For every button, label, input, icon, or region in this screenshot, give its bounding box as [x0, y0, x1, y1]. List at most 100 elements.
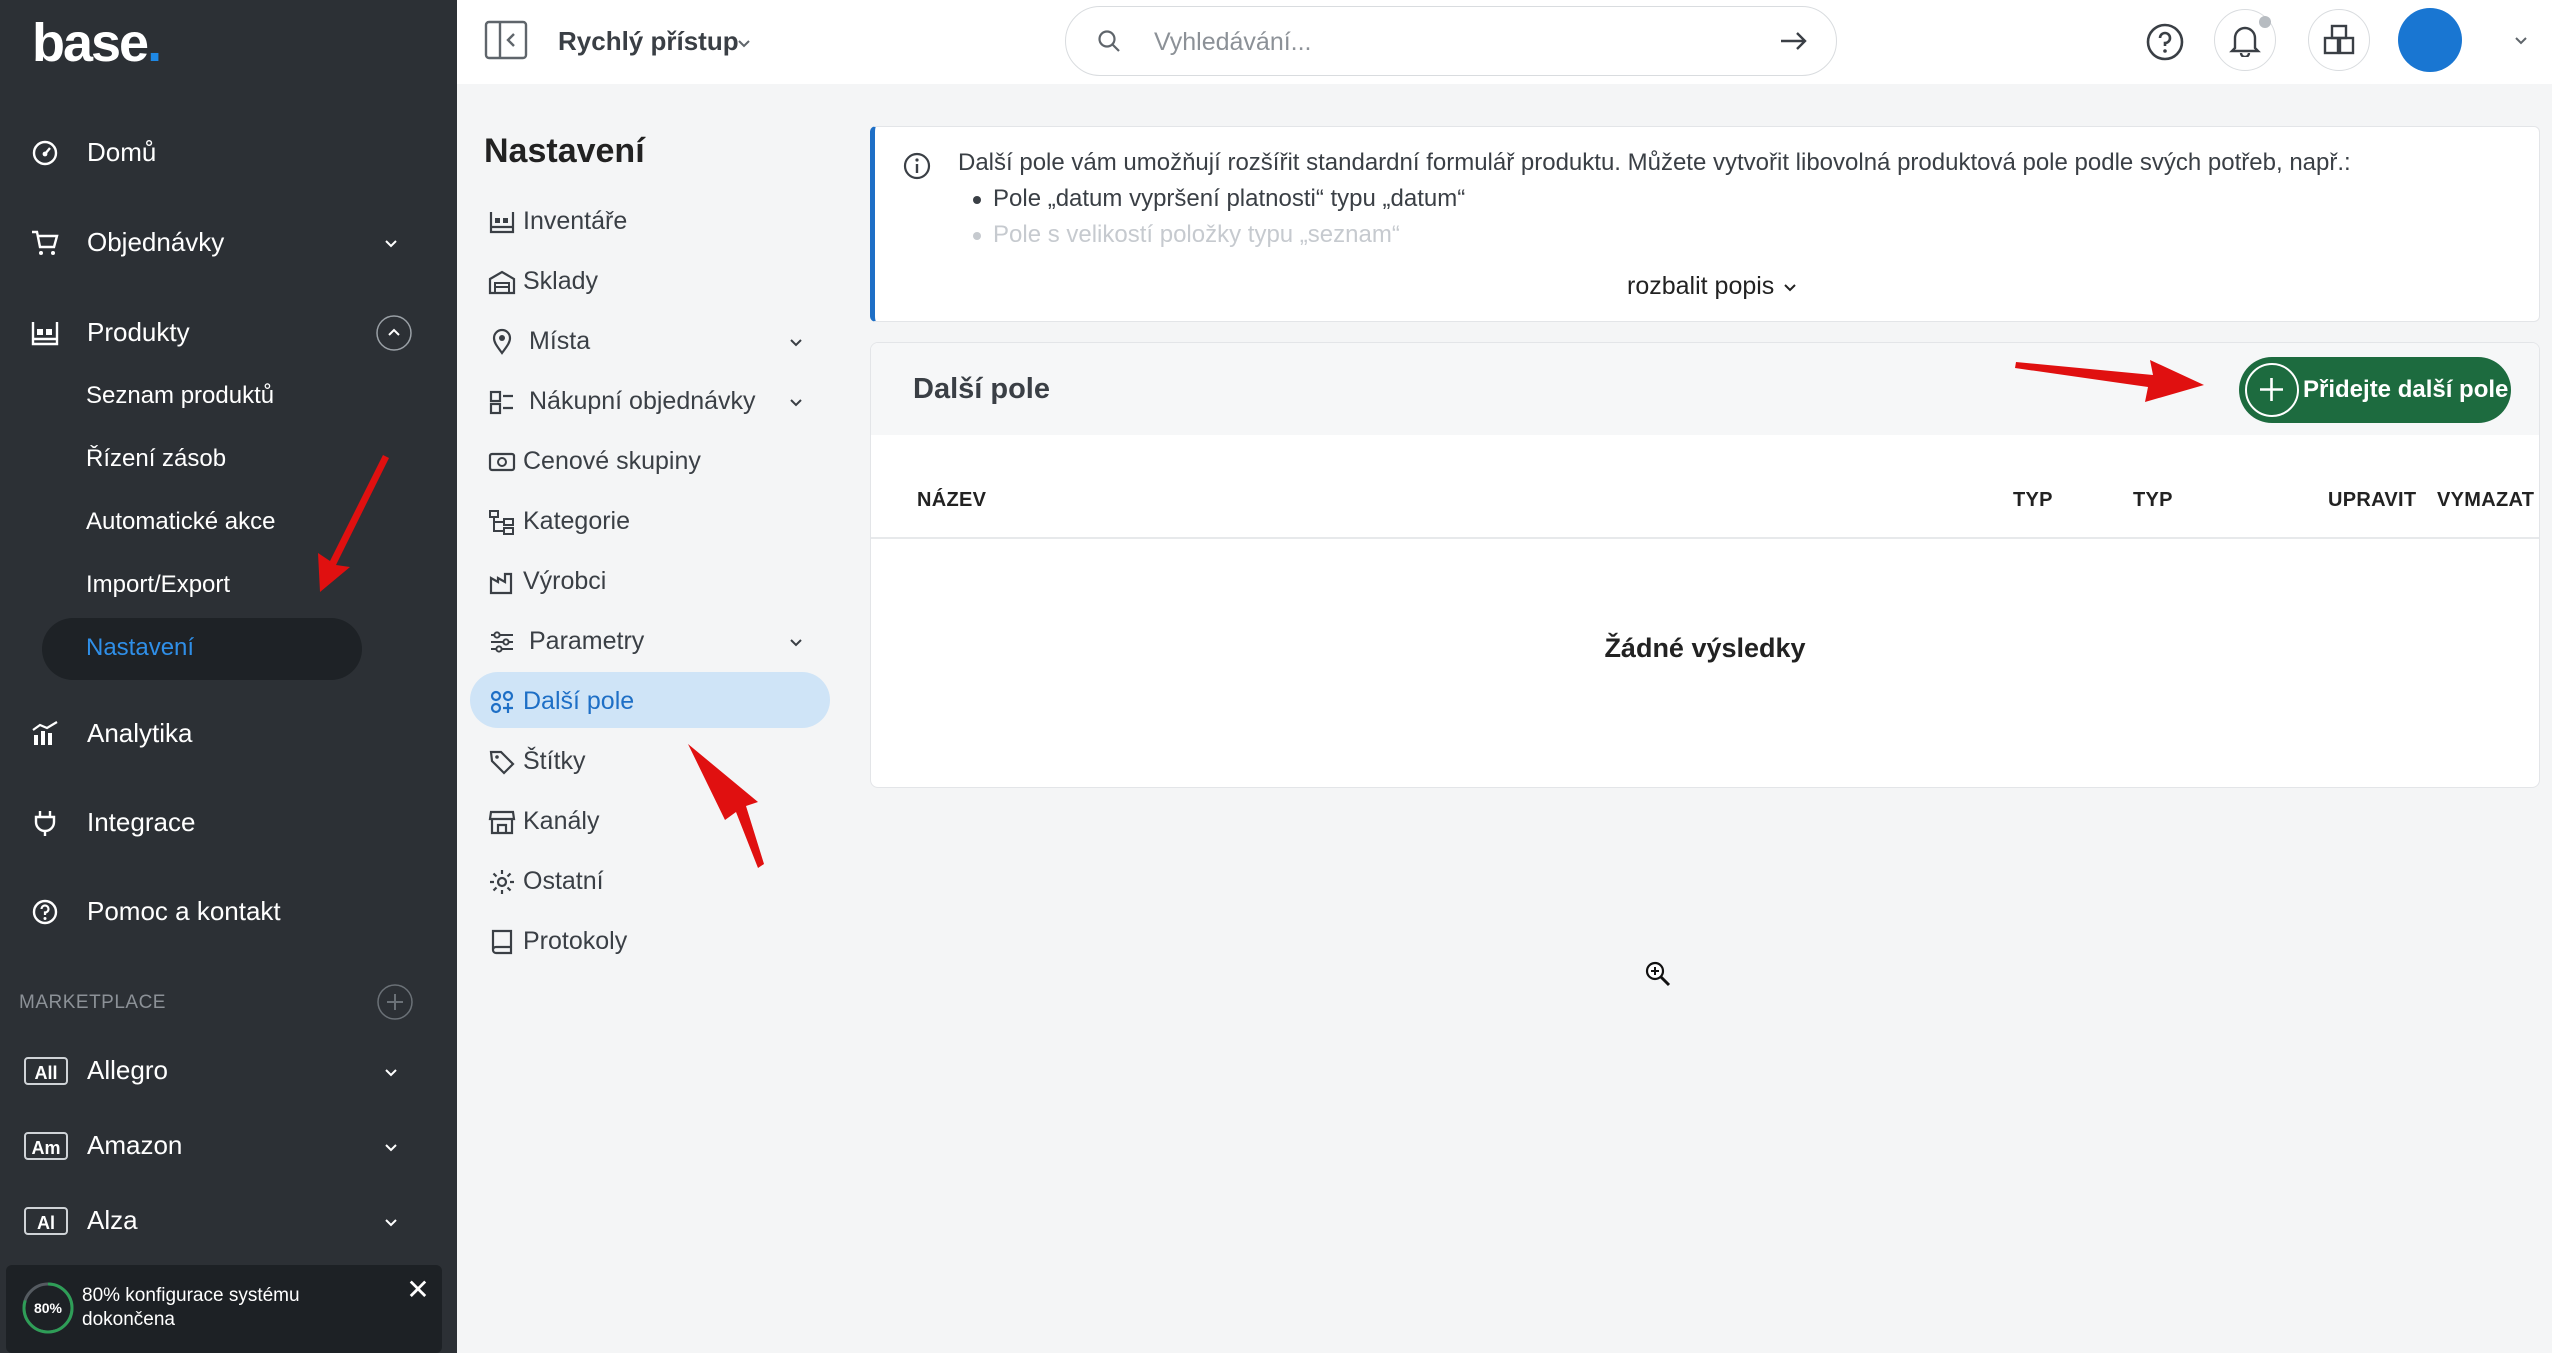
tag-icon [488, 748, 516, 776]
sidebar-item-label: Domů [87, 136, 157, 167]
plus-icon [2245, 363, 2299, 417]
plug-icon [30, 808, 60, 838]
sidebar-subitem-product-list[interactable]: Seznam produktů [86, 382, 274, 410]
search-bar[interactable] [1065, 6, 1837, 76]
factory-icon [488, 568, 516, 596]
sidebar-item-help[interactable]: Pomoc a kontakt [0, 881, 457, 941]
chevron-down-icon[interactable] [734, 33, 754, 53]
list-item: Pole s velikostí položky typu „seznam“ [972, 221, 1465, 257]
add-marketplace-icon[interactable] [377, 984, 413, 1020]
card-title: Další pole [913, 373, 1050, 405]
chevron-down-icon[interactable] [380, 1211, 402, 1233]
sidebar-item-analytics[interactable]: Analytika [0, 703, 457, 763]
settings-item-label: Kategorie [523, 507, 631, 535]
chevron-down-icon[interactable] [786, 392, 806, 412]
marketplace-section-label: MARKETPLACE [19, 992, 166, 1013]
column-header-name[interactable]: NÁZEV [917, 489, 986, 512]
main-sidebar: base. Domů Objednávky Produkty Seznam pr… [0, 0, 457, 1353]
sidebar-subitem-settings[interactable]: Nastavení [42, 618, 362, 680]
storefront-icon [488, 808, 516, 836]
settings-item-categories[interactable]: Kategorie [470, 492, 830, 548]
help-button[interactable] [2145, 22, 2185, 62]
notifications-button[interactable] [2214, 9, 2276, 71]
info-examples-list: Pole „datum vypršení platnosti“ typu „da… [972, 185, 1465, 257]
avatar[interactable] [2398, 8, 2462, 72]
alza-badge-icon: Al [24, 1207, 68, 1235]
sidebar-subitem-label: Nastavení [86, 634, 195, 661]
add-field-label: Přidejte další pole [2303, 376, 2509, 403]
settings-item-label: Nákupní objednávky [529, 387, 756, 415]
apps-button[interactable] [2308, 9, 2370, 71]
sidebar-item-label: Pomoc a kontakt [87, 895, 281, 926]
sidebar-toggle-icon[interactable] [484, 20, 528, 60]
settings-item-channels[interactable]: Kanály [470, 792, 830, 848]
chevron-up-icon[interactable] [376, 315, 412, 351]
bell-icon [2229, 23, 2261, 57]
purchase-orders-icon [488, 388, 516, 416]
chevron-down-icon[interactable] [786, 632, 806, 652]
arrow-right-icon[interactable] [1778, 27, 1810, 55]
settings-item-purchase-orders[interactable]: Nákupní objednávky [470, 372, 830, 428]
add-extra-field-button[interactable]: Přidejte další pole [2239, 357, 2511, 423]
info-panel: Další pole vám umožňují rozšířit standar… [870, 126, 2540, 322]
chevron-down-icon[interactable] [786, 332, 806, 352]
extra-fields-card: Další pole Přidejte další pole NÁZEV TYP… [870, 342, 2540, 788]
settings-item-warehouses[interactable]: Sklady [470, 252, 830, 308]
settings-item-inventories[interactable]: Inventáře [470, 192, 830, 248]
help-circle-icon [2146, 23, 2184, 61]
sidebar-item-orders[interactable]: Objednávky [0, 212, 457, 272]
sidebar-subitem-import-export[interactable]: Import/Export [86, 571, 230, 599]
notification-dot [2259, 16, 2271, 28]
settings-item-other[interactable]: Ostatní [470, 852, 830, 908]
price-group-icon [488, 448, 516, 476]
sidebar-item-label: Produkty [87, 316, 190, 347]
sidebar-item-label: Integrace [87, 806, 196, 837]
sidebar-item-products[interactable]: Produkty [0, 302, 457, 362]
warehouse-icon [488, 268, 516, 296]
gear-icon [488, 868, 516, 896]
products-icon [30, 318, 60, 348]
marketplace-item-alza[interactable]: Al Alza [0, 1191, 457, 1251]
expand-description-link[interactable]: rozbalit popis [1627, 272, 1799, 301]
search-icon [1096, 28, 1122, 54]
amazon-badge-icon: Am [24, 1132, 68, 1160]
settings-item-price-groups[interactable]: Cenové skupiny [470, 432, 830, 488]
sidebar-item-integrations[interactable]: Integrace [0, 792, 457, 852]
quick-access-dropdown[interactable]: Rychlý přístup [558, 26, 739, 57]
column-header-type[interactable]: TYP [2013, 489, 2053, 512]
inventory-icon [488, 208, 516, 236]
settings-item-parameters[interactable]: Parametry [470, 612, 830, 668]
extra-fields-icon [488, 688, 516, 716]
settings-item-label: Další pole [523, 687, 635, 715]
log-book-icon [488, 928, 516, 956]
sidebar-item-label: Objednávky [87, 226, 225, 257]
chevron-down-icon[interactable] [2510, 30, 2532, 52]
settings-item-locations[interactable]: Místa [470, 312, 830, 368]
marketplace-item-amazon[interactable]: Am Amazon [0, 1116, 457, 1176]
analytics-icon [30, 719, 60, 749]
close-icon[interactable]: ✕ [404, 1276, 432, 1304]
cart-icon [30, 228, 60, 258]
chevron-down-icon[interactable] [380, 232, 402, 254]
marketplace-item-allegro[interactable]: All Allegro [0, 1041, 457, 1101]
search-input[interactable] [1152, 21, 1736, 63]
allegro-badge-icon: All [24, 1057, 68, 1085]
sidebar-item-home[interactable]: Domů [0, 122, 457, 182]
info-description: Další pole vám umožňují rozšířit standar… [958, 149, 2351, 176]
sidebar-subitem-stock-management[interactable]: Řízení zásob [86, 445, 226, 473]
category-tree-icon [488, 508, 516, 536]
settings-item-label: Protokoly [523, 927, 628, 955]
marketplace-label: Alza [87, 1205, 138, 1235]
info-icon [902, 151, 932, 181]
settings-item-logs[interactable]: Protokoly [470, 912, 830, 968]
chevron-down-icon [1784, 284, 1796, 292]
settings-item-tags[interactable]: Štítky [470, 732, 830, 788]
settings-item-manufacturers[interactable]: Výrobci [470, 552, 830, 608]
settings-item-extra-fields[interactable]: Další pole [470, 672, 830, 728]
chevron-down-icon[interactable] [380, 1061, 402, 1083]
quick-access-label: Rychlý přístup [558, 26, 739, 56]
sidebar-subitem-automatic-actions[interactable]: Automatické akce [86, 508, 275, 536]
chevron-down-icon[interactable] [380, 1136, 402, 1158]
column-header-type-2[interactable]: TYP [2133, 489, 2173, 512]
base-logo[interactable]: base. [32, 12, 162, 74]
